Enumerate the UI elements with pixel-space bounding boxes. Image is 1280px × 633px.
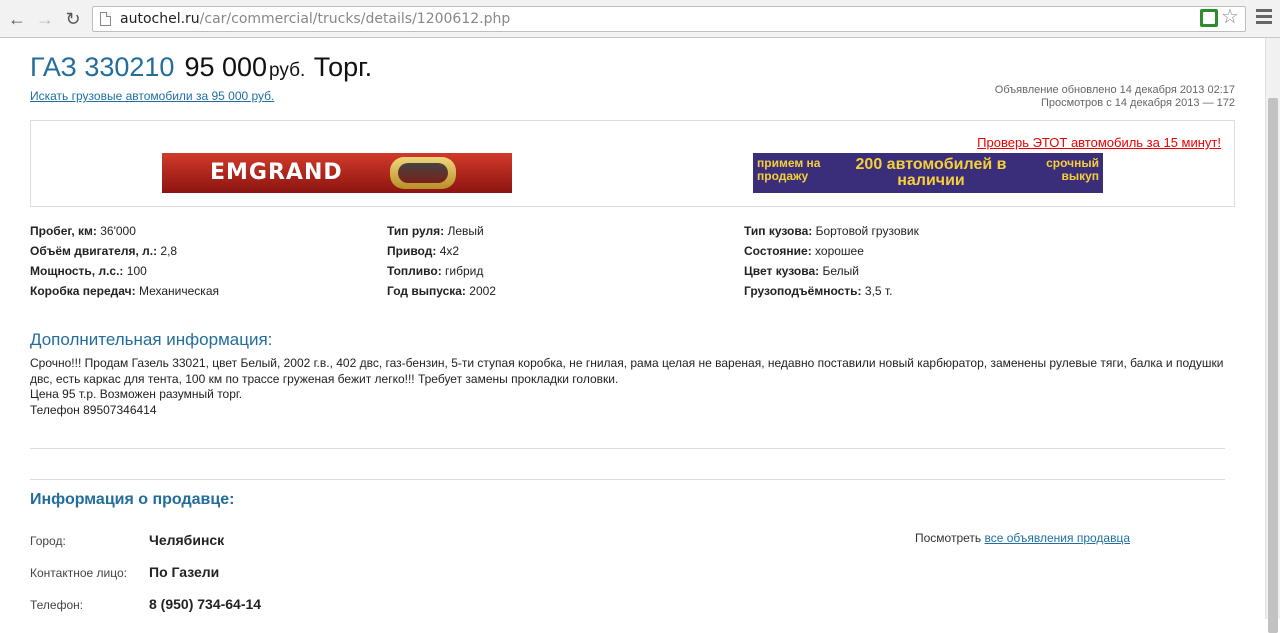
listing-title: ГАЗ 330210 95 000 руб. Торг. bbox=[30, 52, 372, 83]
spec-row: Коробка передач: Механическая bbox=[30, 284, 219, 298]
emgrand-text: EMGRAND bbox=[210, 160, 343, 185]
ad-box: Проверь ЭТОТ автомобиль за 15 минут! EMG… bbox=[30, 120, 1235, 207]
vertical-scrollbar[interactable] bbox=[1265, 38, 1280, 633]
divider bbox=[30, 448, 1225, 449]
seller-contact-row: Контактное лицо: По Газели bbox=[30, 564, 220, 580]
check-car-link[interactable]: Проверь ЭТОТ автомобиль за 15 минут! bbox=[977, 135, 1221, 150]
additional-info-text: Срочно!!! Продам Газель 33021, цвет Белы… bbox=[30, 356, 1224, 417]
banner-text-right: срочный выкуп bbox=[1046, 156, 1099, 183]
seller-all-ads-link[interactable]: все объявления продавца bbox=[985, 531, 1131, 545]
spec-row: Тип руля: Левый bbox=[387, 224, 484, 238]
page-content: ГАЗ 330210 95 000 руб. Торг. Искать грузов… bbox=[0, 38, 1265, 619]
spec-row: Привод: 4x2 bbox=[387, 244, 460, 258]
listing-meta: Объявление обновлено 14 декабря 2013 02:… bbox=[995, 84, 1235, 110]
spec-row: Тип кузова: Бортовой грузовик bbox=[744, 224, 919, 238]
menu-icon[interactable] bbox=[1256, 9, 1272, 25]
scrollbar-thumb[interactable] bbox=[1268, 98, 1278, 633]
address-bar[interactable]: autochel.ru/car/commercial/trucks/detail… bbox=[92, 6, 1246, 32]
extension-icon[interactable] bbox=[1200, 9, 1218, 27]
bookmark-star-icon[interactable]: ☆ bbox=[1221, 7, 1239, 27]
seller-city-row: Город: Челябинск bbox=[30, 532, 225, 548]
forward-arrow-icon[interactable]: → bbox=[34, 8, 56, 30]
page-icon bbox=[100, 12, 111, 26]
divider bbox=[30, 479, 1225, 480]
banner-text-center: 200 автомобилей в наличии bbox=[855, 156, 1007, 189]
back-arrow-icon[interactable]: ← bbox=[6, 8, 28, 30]
emgrand-logo-icon bbox=[390, 157, 456, 189]
seller-phone: 8 (950) 734-64-14 bbox=[149, 596, 262, 612]
updated-date: Объявление обновлено 14 декабря 2013 02:… bbox=[994, 84, 1235, 96]
spec-row: Состояние: хорошее bbox=[744, 244, 864, 258]
seller-info-title: Информация о продавце: bbox=[30, 491, 235, 508]
seller-contact: По Газели bbox=[149, 564, 220, 580]
seller-all-ads: Посмотреть все объявления продавца bbox=[915, 531, 1131, 545]
views-count: Просмотров с 14 декабря 2013 — 172 bbox=[1040, 97, 1235, 109]
search-similar-link[interactable]: Искать грузовые автомобили за 95 000 руб… bbox=[30, 89, 274, 103]
reload-icon[interactable]: ↻ bbox=[62, 8, 84, 30]
seller-phone-row: Телефон: 8 (950) 734-64-14 bbox=[30, 596, 262, 612]
banner-text-left: примем на продажу bbox=[757, 156, 821, 183]
spec-row: Мощность, л.с.: 100 bbox=[30, 264, 147, 278]
model-name: ГАЗ 330210 bbox=[30, 52, 175, 82]
additional-info-title: Дополнительная информация: bbox=[30, 330, 273, 349]
spec-row: Топливо: гибрид bbox=[387, 264, 484, 278]
emgrand-banner[interactable]: EMGRAND bbox=[162, 153, 512, 193]
address-url[interactable]: autochel.ru/car/commercial/trucks/detail… bbox=[120, 11, 510, 27]
negotiable-label: Торг. bbox=[313, 52, 373, 82]
specs-column-3: Тип кузова: Бортовой грузовик Состояние:… bbox=[744, 221, 919, 301]
spec-row: Пробег, км: 36'000 bbox=[30, 224, 136, 238]
browser-toolbar: ← → ↻ autochel.ru/car/commercial/trucks/… bbox=[0, 0, 1280, 38]
seller-city: Челябинск bbox=[149, 532, 225, 548]
spec-row: Объём двигателя, л.: 2,8 bbox=[30, 244, 178, 258]
specs-column-2: Тип руля: Левый Привод: 4x2 Топливо: гиб… bbox=[387, 221, 496, 301]
spec-row: Цвет кузова: Белый bbox=[744, 264, 859, 278]
price-currency: руб. bbox=[269, 60, 306, 81]
specs-column-1: Пробег, км: 36'000 Объём двигателя, л.: … bbox=[30, 221, 219, 301]
spec-row: Грузоподъёмность: 3,5 т. bbox=[744, 284, 893, 298]
price: 95 000 bbox=[184, 52, 268, 82]
dealer-banner[interactable]: примем на продажу 200 автомобилей в нали… bbox=[753, 153, 1103, 193]
spec-row: Год выпуска: 2002 bbox=[387, 284, 496, 298]
